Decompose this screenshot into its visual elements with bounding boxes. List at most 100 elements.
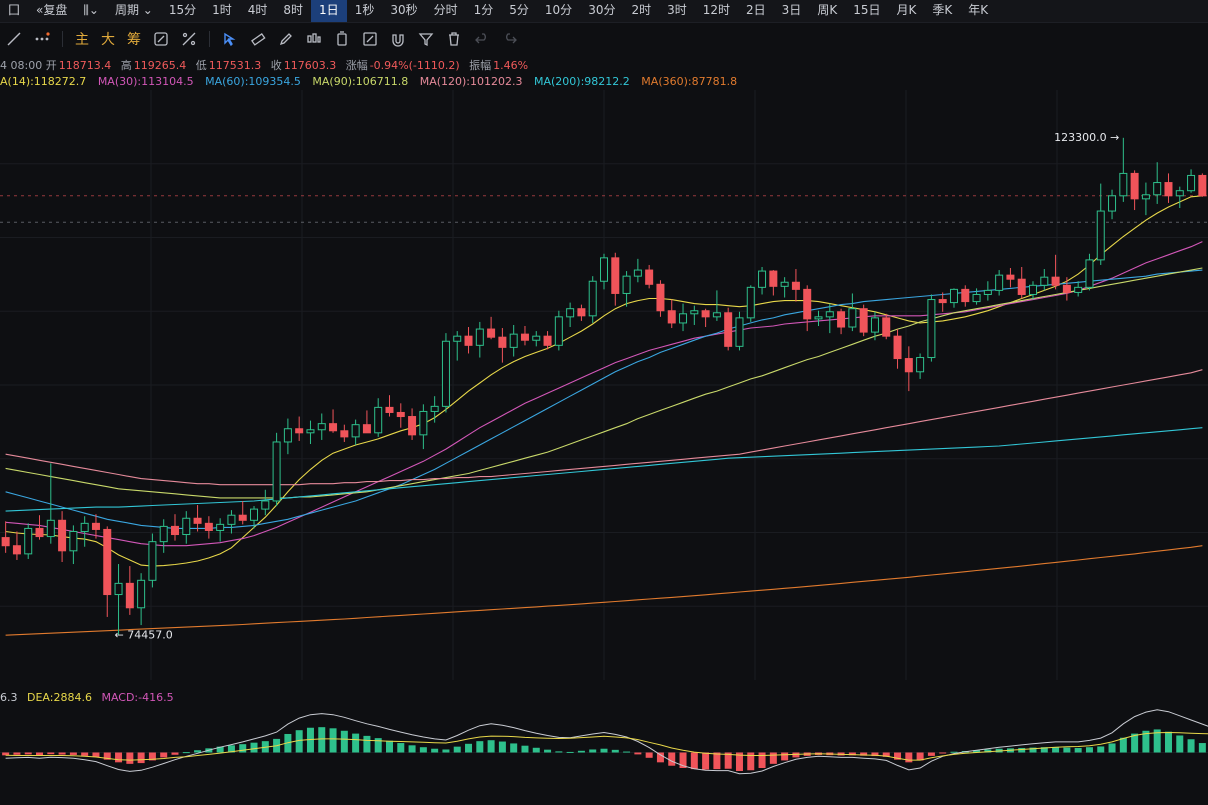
layout-icon[interactable]: 囗	[0, 0, 28, 22]
macd-bar	[927, 752, 935, 756]
candle	[983, 281, 992, 301]
period-1m[interactable]: 1分	[466, 0, 502, 22]
period-month[interactable]: 月K	[888, 0, 924, 22]
period-year[interactable]: 年K	[960, 0, 996, 22]
select-icon[interactable]	[216, 27, 244, 51]
macd-bar	[645, 752, 653, 758]
candle-body	[791, 281, 800, 290]
candlestick-chart[interactable]: 123300.0 → ← 74457.0	[0, 90, 1208, 680]
candle-body	[46, 519, 55, 538]
pen-icon[interactable]	[272, 27, 300, 51]
period-3d[interactable]: 3日	[774, 0, 810, 22]
close-value: 117603.3	[283, 59, 337, 72]
period-30m[interactable]: 30分	[580, 0, 623, 22]
redo-icon[interactable]	[496, 27, 524, 51]
candle-body	[148, 541, 157, 581]
toolbar-divider	[209, 31, 210, 47]
candle-body	[1198, 174, 1207, 197]
candle	[351, 419, 360, 446]
filter-icon[interactable]	[412, 27, 440, 51]
candle-body	[1074, 286, 1083, 293]
period-1h[interactable]: 1时	[204, 0, 240, 22]
macd-bar	[1176, 735, 1184, 753]
candle	[170, 514, 179, 541]
candle-body	[340, 430, 349, 438]
line-tool-icon[interactable]	[0, 27, 28, 51]
candle-body	[1006, 274, 1015, 280]
macd-bar	[431, 748, 439, 753]
candle	[182, 511, 191, 544]
macd-bar	[58, 752, 66, 755]
macd-bar	[589, 749, 597, 753]
candles-icon[interactable]	[300, 27, 328, 51]
undo-icon[interactable]	[468, 27, 496, 51]
candle-body	[645, 269, 654, 285]
period-1s[interactable]: 1秒	[347, 0, 383, 22]
candle-body	[1096, 210, 1105, 261]
candle	[464, 327, 473, 354]
candle	[216, 518, 225, 542]
formula-icon[interactable]	[147, 27, 175, 51]
candle	[148, 533, 157, 588]
candle	[1108, 189, 1117, 220]
low-label: 低	[195, 59, 207, 72]
main-indicator-button[interactable]: 主	[69, 29, 95, 49]
candle-body	[238, 514, 247, 521]
macd-bar	[781, 752, 789, 761]
high-label: 高	[120, 59, 132, 72]
period-12h[interactable]: 12时	[695, 0, 738, 22]
period-30s[interactable]: 30秒	[382, 0, 425, 22]
ruler-icon[interactable]	[244, 27, 272, 51]
period-1d[interactable]: 1日	[311, 0, 347, 22]
copy-icon[interactable]	[328, 27, 356, 51]
macd-bar	[532, 747, 540, 753]
macd-bar	[13, 752, 21, 755]
macd-bar	[905, 752, 913, 763]
period-quarter[interactable]: 季K	[924, 0, 960, 22]
delete-icon[interactable]	[440, 27, 468, 51]
candle-body	[622, 275, 631, 294]
macd-bar	[476, 741, 484, 753]
period-timeshare[interactable]: 分时	[426, 0, 466, 22]
period-15m[interactable]: 15分	[161, 0, 204, 22]
candle	[724, 307, 733, 351]
candle	[396, 403, 405, 428]
candle-body	[227, 514, 236, 525]
candle	[1, 521, 10, 553]
period-15d[interactable]: 15日	[845, 0, 888, 22]
replay-button[interactable]: «复盘	[28, 0, 75, 22]
period-5m[interactable]: 5分	[501, 0, 537, 22]
candle	[227, 510, 236, 534]
period-3h[interactable]: 3时	[659, 0, 695, 22]
period-8h[interactable]: 8时	[275, 0, 311, 22]
chip-button[interactable]: 筹	[121, 29, 147, 49]
more-icon[interactable]	[28, 27, 56, 51]
candle-body	[306, 429, 315, 434]
candle-body	[543, 335, 552, 346]
candle	[735, 311, 744, 351]
period-week[interactable]: 周K	[809, 0, 845, 22]
macd-bar	[939, 752, 947, 754]
candle	[385, 395, 394, 417]
candle-body	[701, 310, 710, 318]
macd-bar	[656, 752, 664, 763]
candle-body	[419, 410, 428, 436]
edit-icon[interactable]	[356, 27, 384, 51]
candle	[825, 303, 834, 334]
period-2d[interactable]: 2日	[738, 0, 774, 22]
period-10m[interactable]: 10分	[537, 0, 580, 22]
candle	[633, 258, 642, 283]
chart-style-icon[interactable]: ⫼⌄	[75, 0, 107, 22]
measure-icon[interactable]	[175, 27, 203, 51]
macd-bar	[758, 752, 766, 768]
period-4h[interactable]: 4时	[240, 0, 276, 22]
big-order-button[interactable]: 大	[95, 29, 121, 49]
candle	[283, 418, 292, 455]
magnet-icon[interactable]	[384, 27, 412, 51]
candle-body	[509, 333, 518, 348]
candle-body	[24, 527, 33, 555]
period-2h[interactable]: 2时	[623, 0, 659, 22]
candle-body	[611, 257, 620, 294]
period-dropdown[interactable]: 周期 ⌄	[107, 0, 161, 22]
macd-chart[interactable]	[0, 700, 1208, 805]
